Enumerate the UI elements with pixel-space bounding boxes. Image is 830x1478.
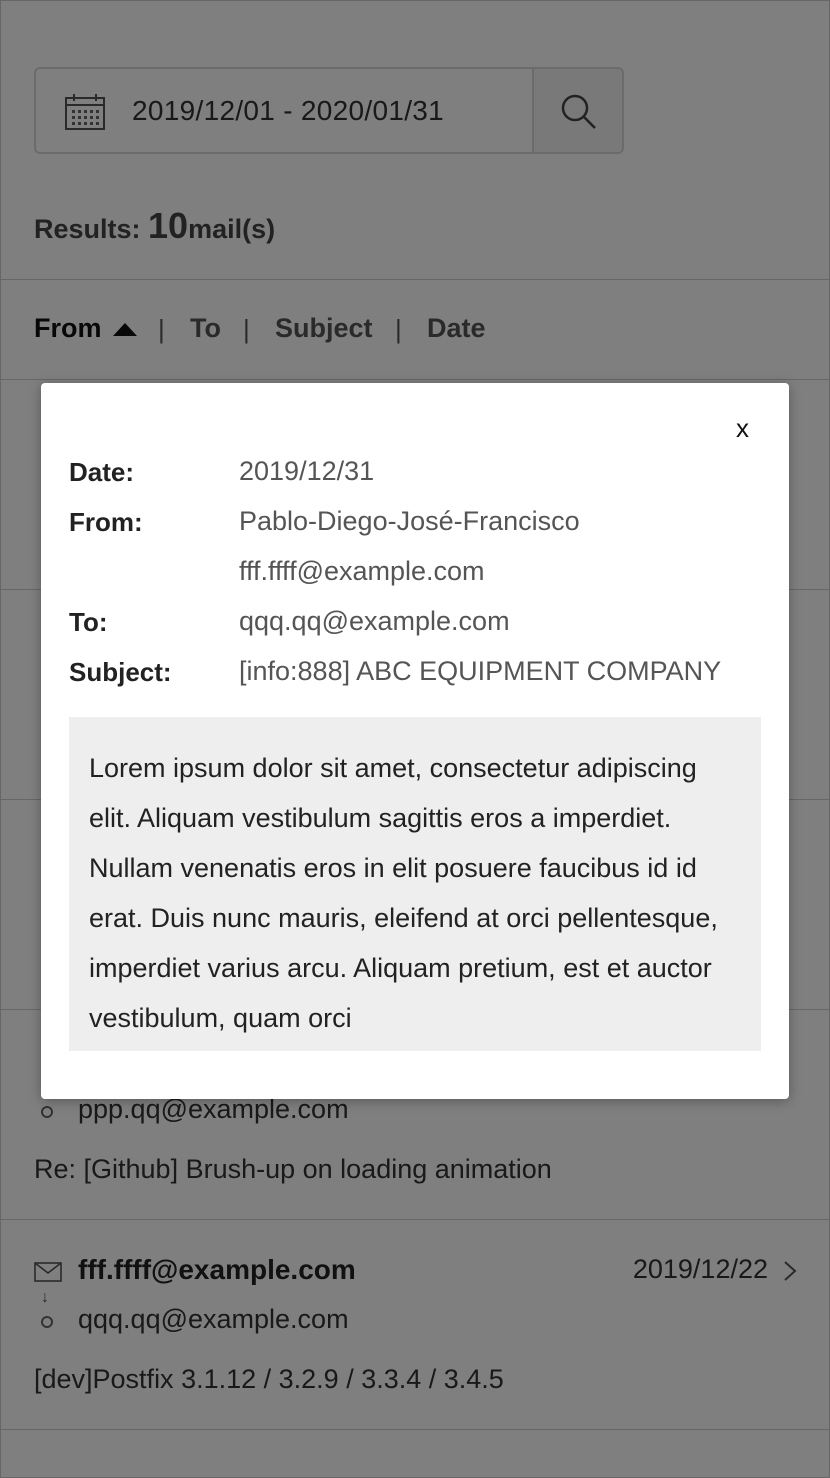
mail-body[interactable]: Lorem ipsum dolor sit amet, consectetur …: [69, 717, 761, 1051]
date-value: 2019/12/31: [239, 456, 375, 486]
from-name: Pablo-Diego-José-Francisco: [239, 506, 580, 536]
mail-body-text: Lorem ipsum dolor sit amet, consectetur …: [89, 753, 718, 1033]
close-button[interactable]: x: [736, 413, 749, 444]
subject-value: [info:888] ABC EQUIPMENT COMPANY: [239, 656, 722, 686]
to-value: qqq.qq@example.com: [239, 606, 510, 636]
subject-label: Subject:: [69, 657, 172, 687]
from-label: From:: [69, 507, 143, 537]
mail-detail-modal: x Date: 2019/12/31 From: Pablo-Diego-Jos…: [41, 383, 789, 1099]
date-label: Date:: [69, 457, 135, 487]
from-email: fff.ffff@example.com: [239, 556, 485, 586]
to-label: To:: [69, 607, 108, 637]
